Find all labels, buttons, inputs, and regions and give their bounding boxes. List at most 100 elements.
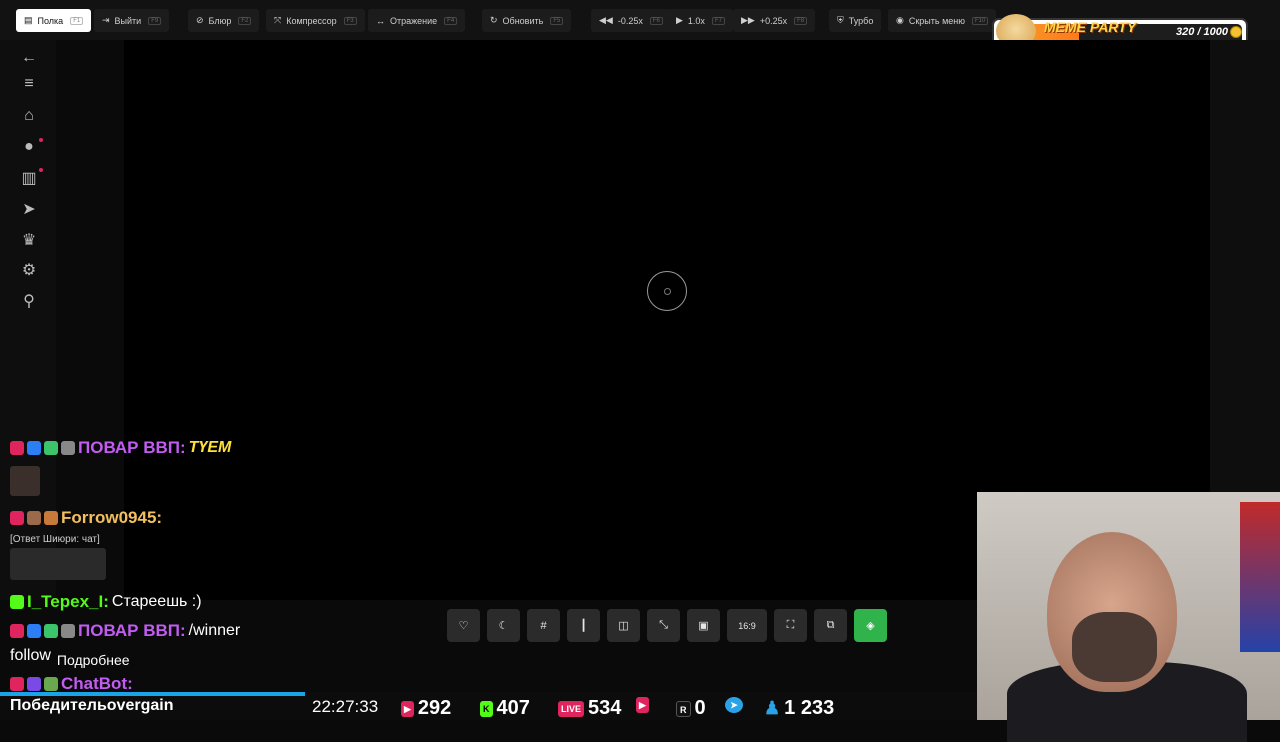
gift-badge-icon bbox=[44, 441, 58, 455]
fullscreen-icon: ⛶ bbox=[786, 619, 795, 631]
layers-button[interactable]: ◈ bbox=[854, 609, 887, 642]
chat-emote bbox=[10, 466, 40, 496]
fullscreen-button[interactable]: ⛶ bbox=[774, 609, 807, 642]
heart-icon: ♡ bbox=[458, 620, 469, 632]
telegram-icon[interactable]: ➤ bbox=[20, 200, 38, 218]
gift-badge-icon bbox=[44, 624, 58, 638]
layers-icon: ◈ bbox=[866, 620, 875, 632]
moon-icon: ☾ bbox=[498, 620, 509, 632]
turbo-button[interactable]: ⛨ Турбо bbox=[829, 9, 882, 32]
vk-live-stat: LIVE 534 bbox=[558, 697, 621, 720]
dark-mode-button[interactable]: ☾ bbox=[487, 609, 520, 642]
play-icon: ▶ bbox=[676, 15, 683, 25]
emote-image bbox=[10, 466, 40, 496]
sub-badge-icon bbox=[61, 624, 75, 638]
sub-badge-icon bbox=[61, 441, 75, 455]
live-badge-icon bbox=[10, 677, 24, 691]
home-icon[interactable]: ⌂ bbox=[20, 107, 38, 125]
viewer-icon: ♟ bbox=[764, 698, 781, 718]
speed-button[interactable]: ▶ 1.0x F7 bbox=[668, 9, 733, 32]
audio-button[interactable]: ┃ bbox=[567, 609, 600, 642]
clock: 22:27:33 bbox=[312, 697, 379, 716]
chat-message: ПОВАР ВВП: /winner bbox=[10, 621, 240, 641]
faster-button[interactable]: ▶▶ +0.25x F8 bbox=[733, 9, 816, 32]
telegram-stat: ➤ bbox=[725, 697, 743, 713]
viewers-stat: ♟ 1 233 bbox=[764, 697, 835, 719]
split-icon: ◫ bbox=[618, 620, 629, 632]
slower-button[interactable]: ◀◀ -0.25x F6 bbox=[591, 9, 671, 32]
book-icon[interactable]: ▥ bbox=[20, 169, 38, 187]
refresh-icon: ↻ bbox=[490, 15, 498, 25]
blur-icon: ⊘ bbox=[196, 15, 204, 25]
grid-button[interactable]: # bbox=[527, 609, 560, 642]
shelf-icon: ▤ bbox=[24, 15, 33, 25]
webcam-overlay bbox=[977, 492, 1280, 742]
fire-icon[interactable]: ● bbox=[20, 138, 38, 156]
grid-icon: # bbox=[540, 619, 547, 632]
sub-badge-icon bbox=[27, 511, 41, 525]
hide-menu-button[interactable]: ◉ Скрыть меню F10 bbox=[888, 9, 997, 32]
trophy-icon[interactable]: ♛ bbox=[20, 231, 38, 249]
live-badge-icon bbox=[10, 511, 24, 525]
moderator-badge-icon bbox=[27, 441, 41, 455]
chat-message: Forrow0945: bbox=[10, 508, 162, 528]
exit-button[interactable]: ⇥ Выйти F9 bbox=[94, 9, 170, 32]
rutube-icon: R bbox=[676, 700, 691, 717]
settings-icon[interactable]: ⚙ bbox=[20, 261, 38, 279]
vk-video-stat: ▶ bbox=[636, 697, 649, 713]
back-icon[interactable]: ← bbox=[20, 49, 38, 67]
copy-icon: ⧉ bbox=[826, 619, 835, 631]
notification-dot bbox=[39, 138, 43, 142]
flag bbox=[1240, 502, 1280, 652]
winner-text: Победительovergain bbox=[10, 697, 174, 714]
meme-party-title: MEME PARTY bbox=[1044, 19, 1137, 35]
resize-button[interactable]: ⤡ bbox=[647, 609, 680, 642]
bottom-progress bbox=[0, 692, 305, 696]
blur-button[interactable]: ⊘ Блюр F2 bbox=[188, 9, 260, 32]
bot-badge-icon bbox=[27, 677, 41, 691]
youtube-icon: ▶ bbox=[401, 700, 414, 717]
right-panel bbox=[1210, 40, 1280, 492]
turbo-icon: ⛨ bbox=[837, 15, 844, 25]
shelf-button[interactable]: ▤ Полка F1 bbox=[16, 9, 92, 32]
forward-icon: ▶▶ bbox=[741, 15, 755, 25]
rewind-icon: ◀◀ bbox=[599, 15, 613, 25]
rutube-stat: R0 bbox=[676, 697, 706, 720]
resize-icon: ⤡ bbox=[659, 619, 668, 631]
mirror-icon: ↔ bbox=[376, 15, 385, 26]
chat-message: ПОВАР ВВП: ТҮЕМ bbox=[10, 438, 231, 458]
gift-badge-icon bbox=[44, 511, 58, 525]
pip-icon: ▣ bbox=[698, 620, 709, 632]
vk-video-icon: ▶ bbox=[636, 697, 649, 713]
search-icon[interactable]: ⚲ bbox=[20, 292, 38, 310]
vk-live-icon: LIVE bbox=[558, 700, 585, 717]
emote-image bbox=[10, 548, 106, 580]
pip-button[interactable]: ▣ bbox=[687, 609, 720, 642]
mirror-button[interactable]: ↔ Отражение F4 bbox=[368, 9, 466, 32]
notification-dot bbox=[39, 168, 43, 172]
compressor-button[interactable]: ⤧ Компрессор F3 bbox=[266, 9, 365, 32]
eye-icon: ◉ bbox=[896, 15, 904, 25]
chat-message: I_Tepex_I: Стареешь :) bbox=[10, 592, 202, 612]
menu-icon[interactable]: ≡ bbox=[20, 75, 38, 93]
chat-emote bbox=[10, 548, 106, 580]
live-badge-icon bbox=[10, 441, 24, 455]
favorite-button[interactable]: ♡ bbox=[447, 609, 480, 642]
copy-button[interactable]: ⧉ bbox=[814, 609, 847, 642]
live-badge-icon bbox=[10, 624, 24, 638]
aspect-ratio-button[interactable]: 16:9 bbox=[727, 609, 767, 642]
chat-reply: [Ответ Шиюри: чат] bbox=[10, 534, 100, 545]
meme-party-count: 320 / 1000 bbox=[1176, 26, 1228, 38]
gift-badge-icon bbox=[44, 677, 58, 691]
refresh-button[interactable]: ↻ Обновить F5 bbox=[482, 9, 572, 32]
loading-spinner bbox=[647, 271, 687, 311]
split-button[interactable]: ◫ bbox=[607, 609, 640, 642]
kick-badge-icon bbox=[10, 595, 24, 609]
coin-icon bbox=[1230, 26, 1242, 38]
exit-icon: ⇥ bbox=[102, 15, 110, 25]
kick-icon: K bbox=[480, 700, 493, 717]
audio-icon: ┃ bbox=[580, 620, 587, 632]
chat-message: follow Подробнее bbox=[10, 647, 130, 668]
moderator-badge-icon bbox=[27, 624, 41, 638]
compressor-icon: ⤧ bbox=[274, 15, 282, 25]
